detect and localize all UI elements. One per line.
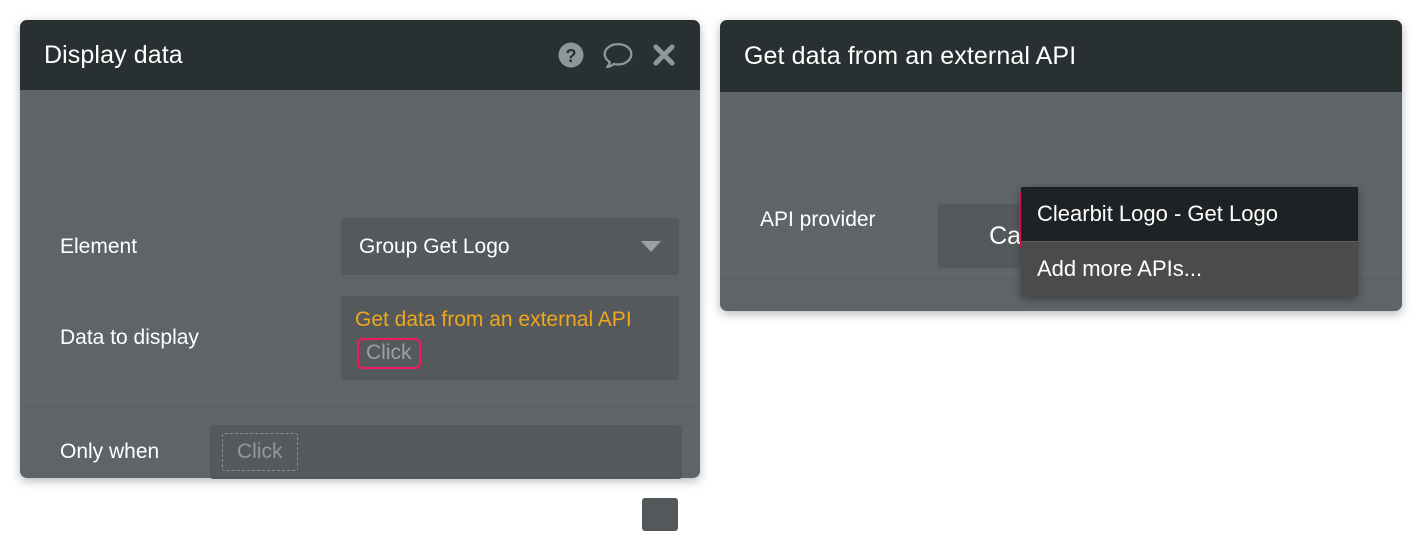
- dropdown-option-clearbit[interactable]: Clearbit Logo - Get Logo: [1021, 187, 1358, 241]
- chevron-down-icon: [641, 241, 661, 252]
- svg-text:?: ?: [565, 46, 576, 66]
- breakpoint-checkbox[interactable]: [642, 498, 678, 531]
- data-to-display-row: Data to display: [60, 296, 199, 380]
- external-api-title: Get data from an external API: [744, 41, 1077, 70]
- display-data-dialog: Display data ? Element Group Get Logo Da…: [20, 20, 700, 531]
- expression-click-chip[interactable]: Click: [357, 338, 421, 369]
- only-when-click-chip[interactable]: Click: [222, 433, 298, 471]
- page-title: Display data: [44, 40, 183, 69]
- titlebar-icon-group: ?: [556, 40, 678, 70]
- dropdown-option-add-more[interactable]: Add more APIs...: [1021, 242, 1358, 296]
- element-select-value: Group Get Logo: [359, 234, 510, 258]
- element-select[interactable]: Group Get Logo: [341, 218, 679, 275]
- data-to-display-label: Data to display: [60, 326, 199, 349]
- api-provider-label: API provider: [760, 208, 876, 231]
- breakpoint-label: Add a breakpoint in debug mode: [60, 504, 364, 527]
- element-label: Element: [60, 234, 138, 258]
- element-row: Element: [60, 218, 137, 275]
- breakpoint-row: Add a breakpoint in debug mode: [60, 498, 364, 534]
- only-when-row: Only when: [60, 425, 159, 479]
- display-data-titlebar: Display data ?: [20, 20, 700, 90]
- external-api-titlebar: Get data from an external API: [720, 20, 1402, 92]
- display-data-body: Element Group Get Logo Data to display G…: [20, 90, 700, 531]
- api-provider-row: API provider: [760, 202, 876, 238]
- help-icon[interactable]: ?: [556, 40, 586, 70]
- only-when-label: Only when: [60, 440, 160, 463]
- section-divider: [20, 401, 700, 402]
- expression-text: Get data from an external API: [355, 308, 632, 331]
- comment-icon[interactable]: [602, 40, 634, 70]
- api-provider-dropdown-menu: Clearbit Logo - Get Logo Add more APIs..…: [1021, 187, 1358, 296]
- close-icon[interactable]: [650, 41, 678, 69]
- data-to-display-expression[interactable]: Get data from an external API Click: [341, 296, 679, 380]
- only-when-field[interactable]: Click: [210, 425, 682, 479]
